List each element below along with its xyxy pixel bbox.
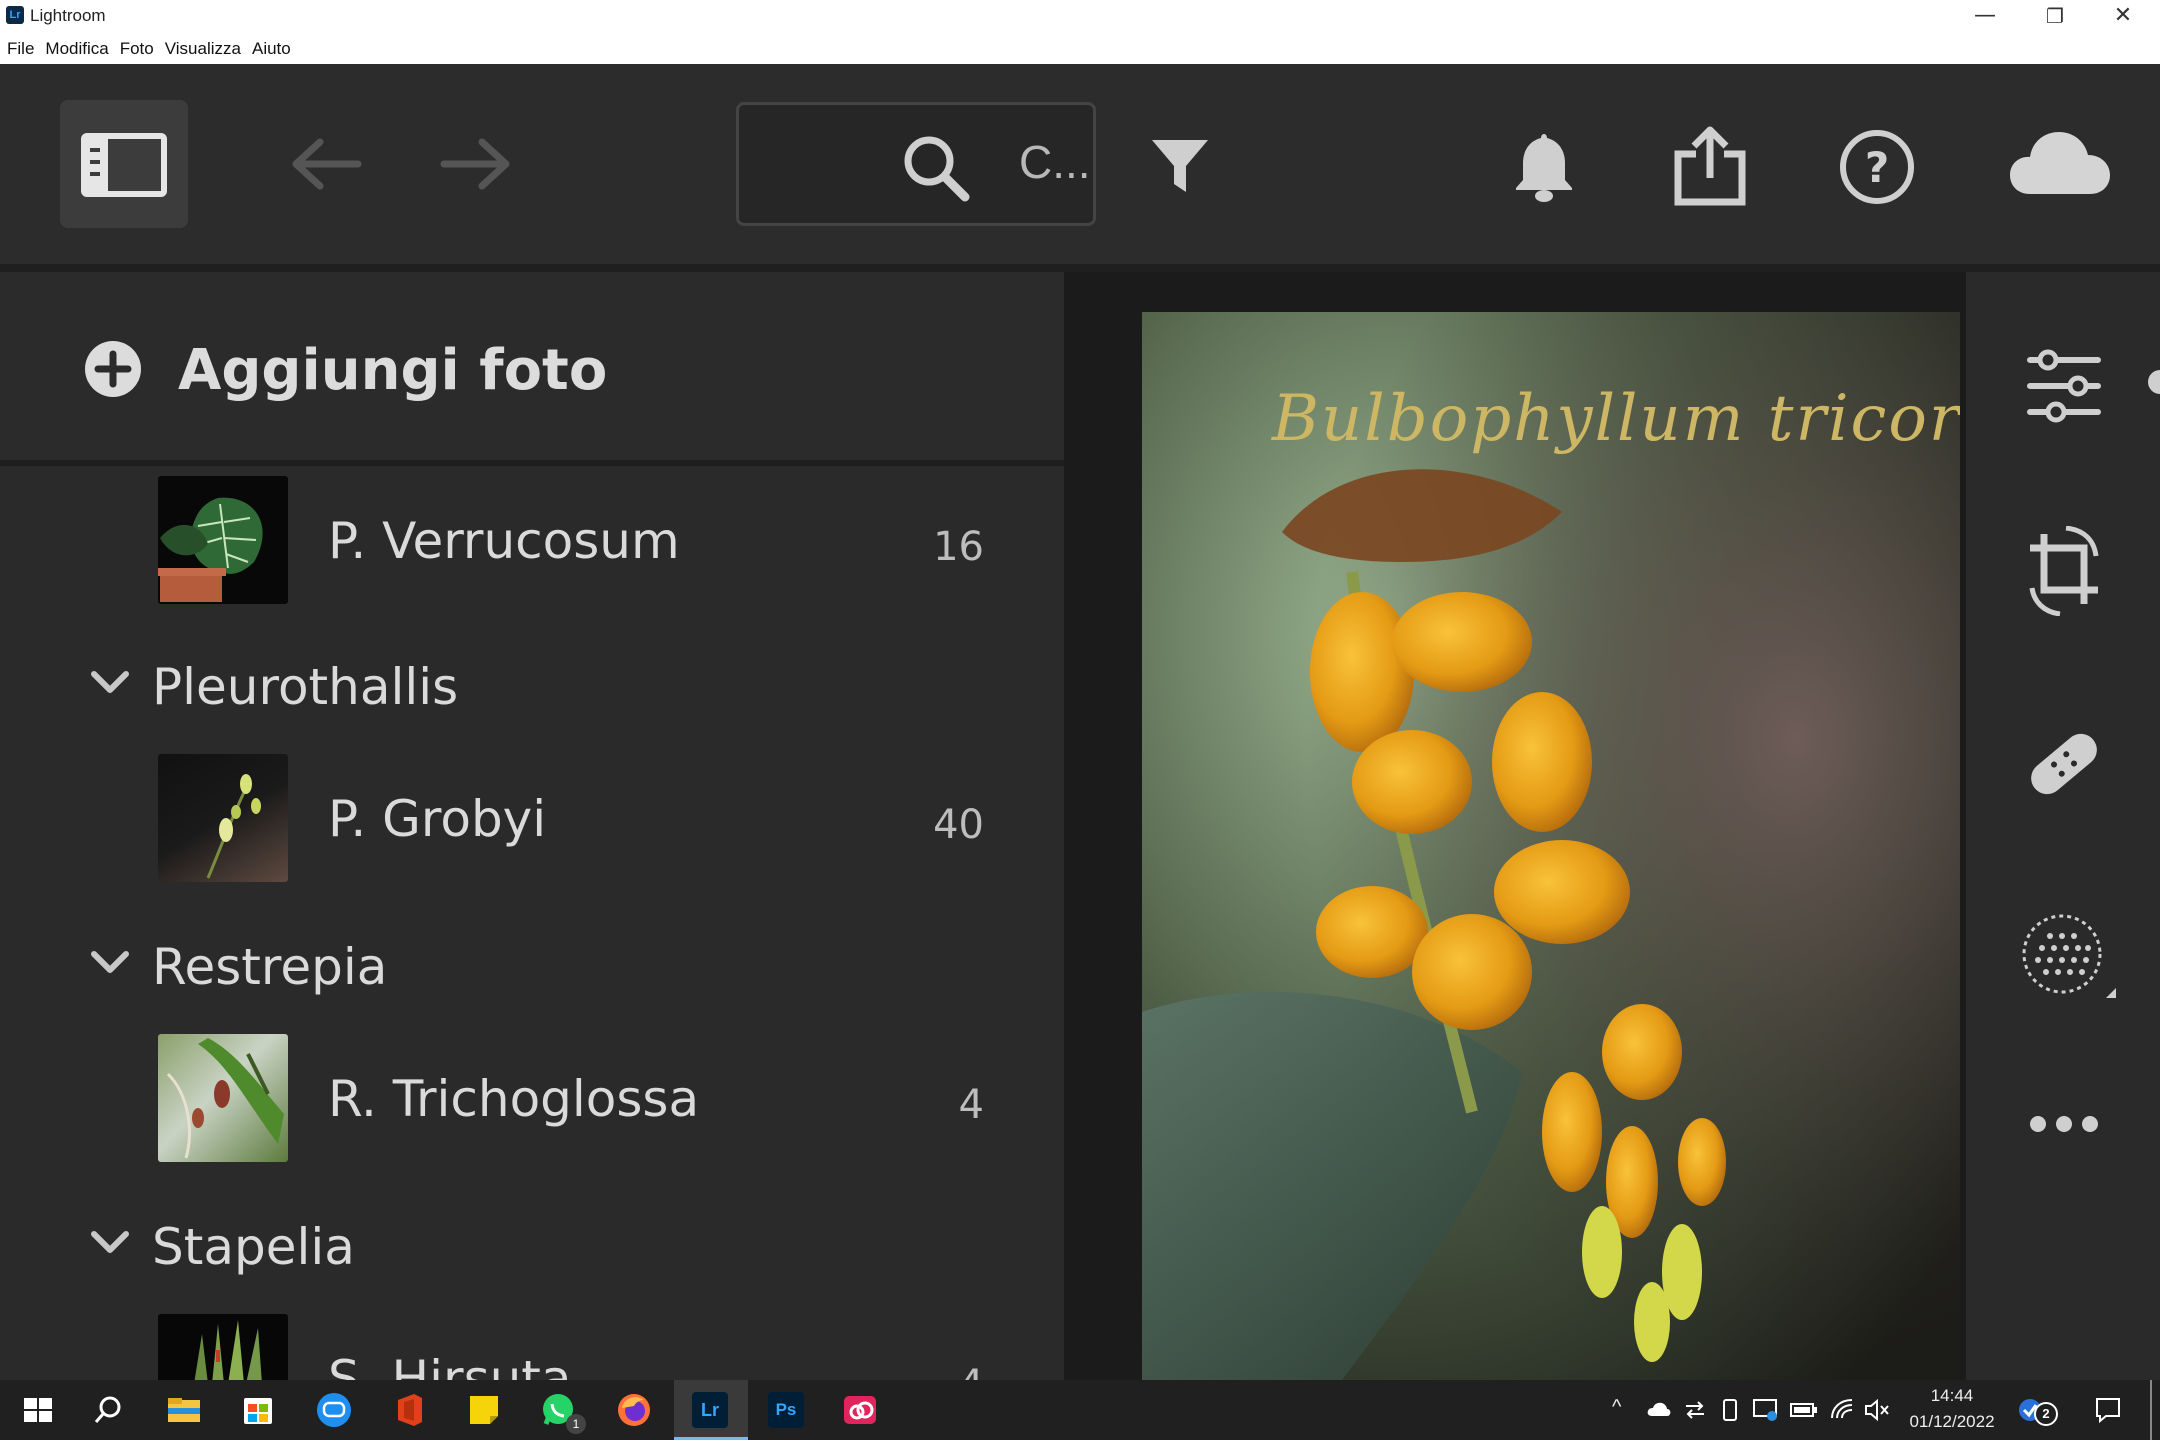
title-bar: Lr Lightroom — ❐ ✕ (0, 0, 2160, 32)
menu-bar: File Modifica Foto Visualizza Aiuto (0, 32, 2160, 64)
microsoft-store-icon[interactable] (238, 1390, 278, 1430)
menu-foto[interactable]: Foto (120, 32, 154, 64)
album-count: 4 (959, 1362, 984, 1380)
album-count: 16 (933, 524, 984, 570)
search-placeholder: C... (1019, 136, 1091, 188)
volume-muted-icon[interactable] (1864, 1398, 1890, 1422)
crop-icon[interactable] (2026, 526, 2102, 616)
close-button[interactable]: ✕ (2088, 0, 2158, 32)
album-name: P. Verrucosum (328, 512, 680, 570)
help-icon[interactable]: ? (1838, 128, 1916, 206)
lightroom-taskbar-button[interactable]: Lr (674, 1380, 748, 1440)
album-thumbnail (158, 476, 288, 604)
chevron-down-icon[interactable] (90, 948, 130, 978)
menu-file[interactable]: File (7, 32, 34, 64)
search-input[interactable]: C... (736, 102, 1096, 226)
album-thumbnail (158, 1034, 288, 1162)
edit-sliders-icon[interactable] (2026, 348, 2102, 424)
album-row[interactable]: R. Trichoglossa 4 (0, 1034, 1064, 1164)
photoshop-icon[interactable]: Ps (768, 1392, 804, 1428)
taskbar: 1 Lr Ps ^ 14:44 01/12/2022 2 (0, 1380, 2160, 1440)
chevron-down-icon[interactable] (90, 1228, 130, 1258)
panel-toggle-icon (81, 133, 167, 197)
minimize-button[interactable]: — (1950, 0, 2020, 32)
folder-name: Stapelia (152, 1218, 355, 1276)
album-name: S. Hirsuta (328, 1350, 572, 1380)
menu-modifica[interactable]: Modifica (45, 32, 108, 64)
add-circle-icon (85, 341, 141, 397)
bell-icon[interactable] (1512, 130, 1576, 206)
album-row[interactable]: P. Verrucosum 16 (0, 476, 1064, 606)
more-icon[interactable] (2028, 1112, 2100, 1136)
album-name: P. Grobyi (328, 790, 547, 848)
photo-caption: Bulbophyllum tricorn (1272, 382, 1960, 456)
album-thumbnail (158, 754, 288, 882)
notification-count-badge: 2 (2034, 1402, 2058, 1426)
tray-chevron-up-icon[interactable]: ^ (1612, 1396, 1621, 1419)
creative-cloud-icon[interactable] (840, 1390, 880, 1430)
album-name: R. Trichoglossa (328, 1070, 700, 1128)
masking-icon[interactable] (2022, 914, 2118, 1010)
top-toolbar: C... ? (0, 64, 2160, 264)
folder-row[interactable]: Stapelia (0, 1214, 1064, 1294)
windows-start-icon[interactable] (18, 1390, 58, 1430)
network-sync-icon[interactable] (1684, 1400, 1706, 1420)
folder-row[interactable]: Restrepia (0, 934, 1064, 1014)
back-arrow-icon[interactable] (286, 134, 366, 194)
album-row[interactable]: S. Hirsuta 4 (0, 1314, 1064, 1380)
album-count: 4 (958, 1082, 984, 1128)
sticky-notes-icon[interactable] (464, 1390, 504, 1430)
file-explorer-icon[interactable] (164, 1390, 204, 1430)
chevron-down-icon[interactable] (90, 668, 130, 698)
window-title: Lightroom (30, 6, 106, 25)
folder-row[interactable]: Pleurothallis (0, 654, 1064, 734)
albums-panel: Aggiungi foto P. Verrucosum 16 Pleurotha… (0, 272, 1064, 1380)
add-photo-label: Aggiungi foto (178, 338, 608, 403)
device-icon[interactable] (1720, 1398, 1740, 1422)
photo-viewer: Bulbophyllum tricorn (1064, 272, 1966, 1380)
taskbar-search-icon[interactable] (88, 1390, 128, 1430)
rail-handle[interactable] (2148, 370, 2160, 394)
search-icon (904, 136, 970, 202)
clock-time[interactable]: 14:44 (1900, 1386, 2004, 1406)
wifi-icon[interactable] (1830, 1398, 1854, 1420)
battery-icon (1790, 1403, 1817, 1417)
share-icon[interactable] (1672, 124, 1748, 208)
menu-visualizza[interactable]: Visualizza (165, 32, 241, 64)
main-photo[interactable]: Bulbophyllum tricorn (1142, 312, 1960, 1380)
onedrive-icon[interactable] (1646, 1400, 1672, 1418)
action-center-icon[interactable] (2094, 1396, 2122, 1424)
album-thumbnail (158, 1314, 288, 1380)
lightroom-icon: Lr (692, 1392, 728, 1428)
office-icon[interactable] (390, 1390, 430, 1430)
add-photo-button[interactable]: Aggiungi foto (0, 272, 1064, 466)
lightroom-app-icon: Lr (6, 6, 24, 24)
chat-app-icon[interactable] (314, 1390, 354, 1430)
filter-icon[interactable] (1150, 136, 1210, 196)
show-desktop-button[interactable] (2150, 1380, 2152, 1440)
edit-rail (1966, 272, 2160, 1380)
menu-aiuto[interactable]: Aiuto (252, 32, 291, 64)
album-row[interactable]: P. Grobyi 40 (0, 754, 1064, 884)
firefox-icon[interactable] (614, 1390, 654, 1430)
display-icon[interactable] (1752, 1398, 1778, 1422)
cloud-icon[interactable] (2008, 126, 2112, 198)
svg-text:?: ? (1865, 143, 1889, 192)
restore-button[interactable]: ❐ (2020, 0, 2090, 32)
folder-name: Restrepia (152, 938, 388, 996)
folder-name: Pleurothallis (152, 658, 459, 716)
album-count: 40 (933, 802, 984, 848)
whatsapp-badge: 1 (566, 1414, 586, 1434)
forward-arrow-icon[interactable] (436, 134, 516, 194)
clock-date[interactable]: 01/12/2022 (1900, 1412, 2004, 1432)
healing-icon[interactable] (2022, 722, 2106, 806)
panel-toggle-button[interactable] (60, 100, 188, 228)
